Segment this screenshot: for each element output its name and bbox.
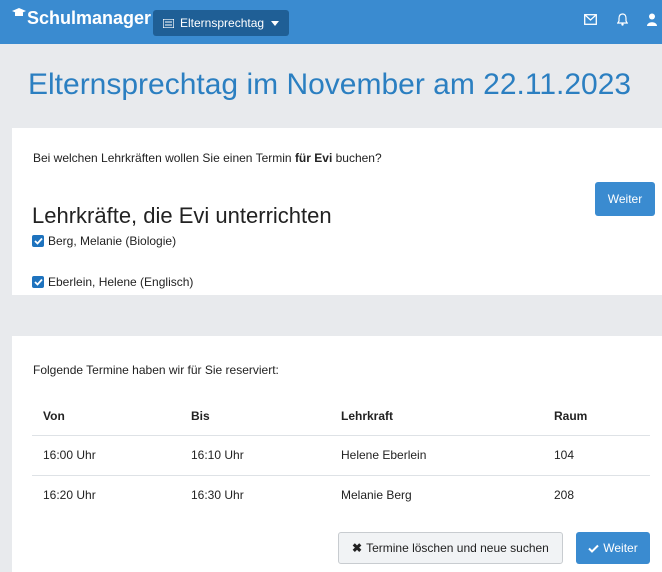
reservation-card: Folgende Termine haben wir für Sie reser…	[12, 336, 662, 572]
caret-down-icon	[271, 20, 280, 26]
list-icon	[163, 18, 174, 28]
checkbox-checked-icon[interactable]	[32, 235, 44, 247]
user-icon[interactable]	[647, 13, 657, 26]
confirm-weiter-button[interactable]: Weiter	[576, 532, 650, 564]
teacher-label: Berg, Melanie (Biologie)	[48, 234, 177, 248]
teacher-label: Eberlein, Helene (Englisch)	[48, 275, 194, 289]
check-icon	[588, 544, 599, 553]
teachers-section-title: Lehrkräfte, die Evi unterrichten	[32, 203, 332, 228]
cell-bis: 16:30 Uhr	[180, 474, 330, 515]
teacher-selection-card: Bei welchen Lehrkräften wollen Sie einen…	[12, 128, 662, 295]
dropdown-label: Elternsprechtag	[180, 16, 265, 30]
teacher-checkbox-berg[interactable]: Berg, Melanie (Biologie)	[32, 234, 176, 248]
graduation-cap-icon	[12, 5, 26, 23]
confirm-button-label: Weiter	[603, 541, 638, 555]
top-navbar: Schulmanager Elternsprechtag	[0, 0, 662, 44]
brand-logo[interactable]: Schulmanager	[12, 8, 151, 29]
table-header-row: Von Bis Lehrkraft Raum	[32, 398, 650, 435]
cell-von: 16:20 Uhr	[32, 474, 180, 515]
question-suffix: buchen?	[332, 151, 382, 165]
reservation-intro: Folgende Termine haben wir für Sie reser…	[33, 363, 279, 377]
bell-icon[interactable]	[617, 13, 628, 26]
cell-von: 16:00 Uhr	[32, 434, 180, 475]
appointments-table: Von Bis Lehrkraft Raum 16:00 Uhr 16:10 U…	[32, 398, 650, 515]
cell-bis: 16:10 Uhr	[180, 434, 330, 475]
close-icon: ✖	[352, 541, 363, 555]
column-header-von: Von	[43, 409, 65, 424]
teacher-checkbox-eberlein[interactable]: Eberlein, Helene (Englisch)	[32, 275, 193, 289]
delete-and-search-button[interactable]: ✖ Termine löschen und neue suchen	[338, 532, 563, 564]
mail-icon[interactable]	[584, 14, 597, 25]
question-child: für Evi	[294, 151, 333, 165]
elternsprechtag-dropdown[interactable]: Elternsprechtag	[153, 10, 290, 36]
cell-raum: 208	[543, 474, 650, 515]
weiter-button[interactable]: Weiter	[595, 182, 655, 216]
column-header-lehrkraft: Lehrkraft	[341, 409, 394, 424]
question-prefix: Bei welchen Lehrkräften wollen Sie einen…	[33, 151, 295, 165]
brand-name: Schulmanager	[27, 8, 152, 28]
delete-button-label: Termine löschen und neue suchen	[366, 541, 549, 555]
column-header-bis: Bis	[191, 409, 210, 424]
checkbox-checked-icon[interactable]	[32, 276, 44, 288]
cell-raum: 104	[543, 434, 650, 475]
cell-lehrkraft: Melanie Berg	[330, 474, 543, 515]
table-row: 16:20 Uhr 16:30 Uhr Melanie Berg 208	[32, 474, 650, 515]
page-title: Elternsprechtag im November am 22.11.202…	[28, 68, 632, 101]
cell-lehrkraft: Helene Eberlein	[330, 434, 543, 475]
table-row: 16:00 Uhr 16:10 Uhr Helene Eberlein 104	[32, 434, 650, 475]
selection-question: Bei welchen Lehrkräften wollen Sie einen…	[33, 151, 382, 165]
column-header-raum: Raum	[554, 409, 588, 424]
